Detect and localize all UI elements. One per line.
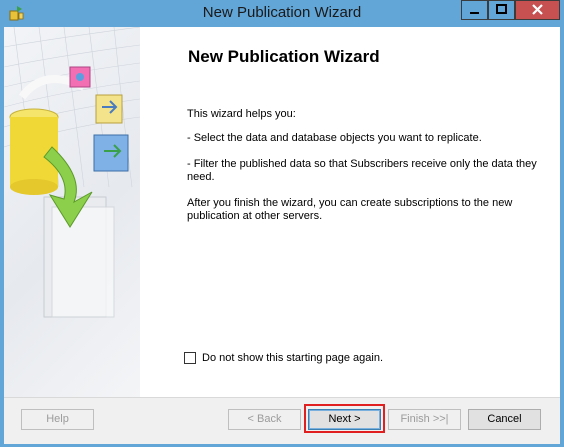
maximize-button[interactable] [488,0,515,20]
wizard-side-illustration [4,27,140,397]
finish-button[interactable]: Finish >>| [388,409,461,430]
back-button[interactable]: < Back [228,409,301,430]
help-button[interactable]: Help [21,409,94,430]
cancel-button[interactable]: Cancel [468,409,541,430]
bullet-select-data: - Select the data and database objects y… [187,132,482,144]
minimize-button[interactable] [461,0,488,20]
outro-text: After you finish the wizard, you can cre… [187,197,513,222]
publication-illustration-icon [4,27,140,318]
bullet-filter-data: - Filter the published data so that Subs… [187,158,537,183]
wizard-client-area: New Publication Wizard This wizard helps… [4,27,560,444]
close-icon [532,4,543,15]
close-button[interactable] [515,0,560,20]
do-not-show-label[interactable]: Do not show this starting page again. [202,352,383,364]
page-title: New Publication Wizard [188,47,380,66]
do-not-show-checkbox[interactable] [184,352,196,364]
button-bar: Help < Back Next > Finish >>| Cancel [4,397,560,444]
wizard-window: New Publication Wizard New Publication W… [0,0,564,447]
intro-text: This wizard helps you: [187,108,296,120]
next-button-highlight [304,404,385,433]
minimize-icon [470,12,479,14]
maximize-icon [496,4,507,14]
title-bar[interactable]: New Publication Wizard [0,0,564,27]
